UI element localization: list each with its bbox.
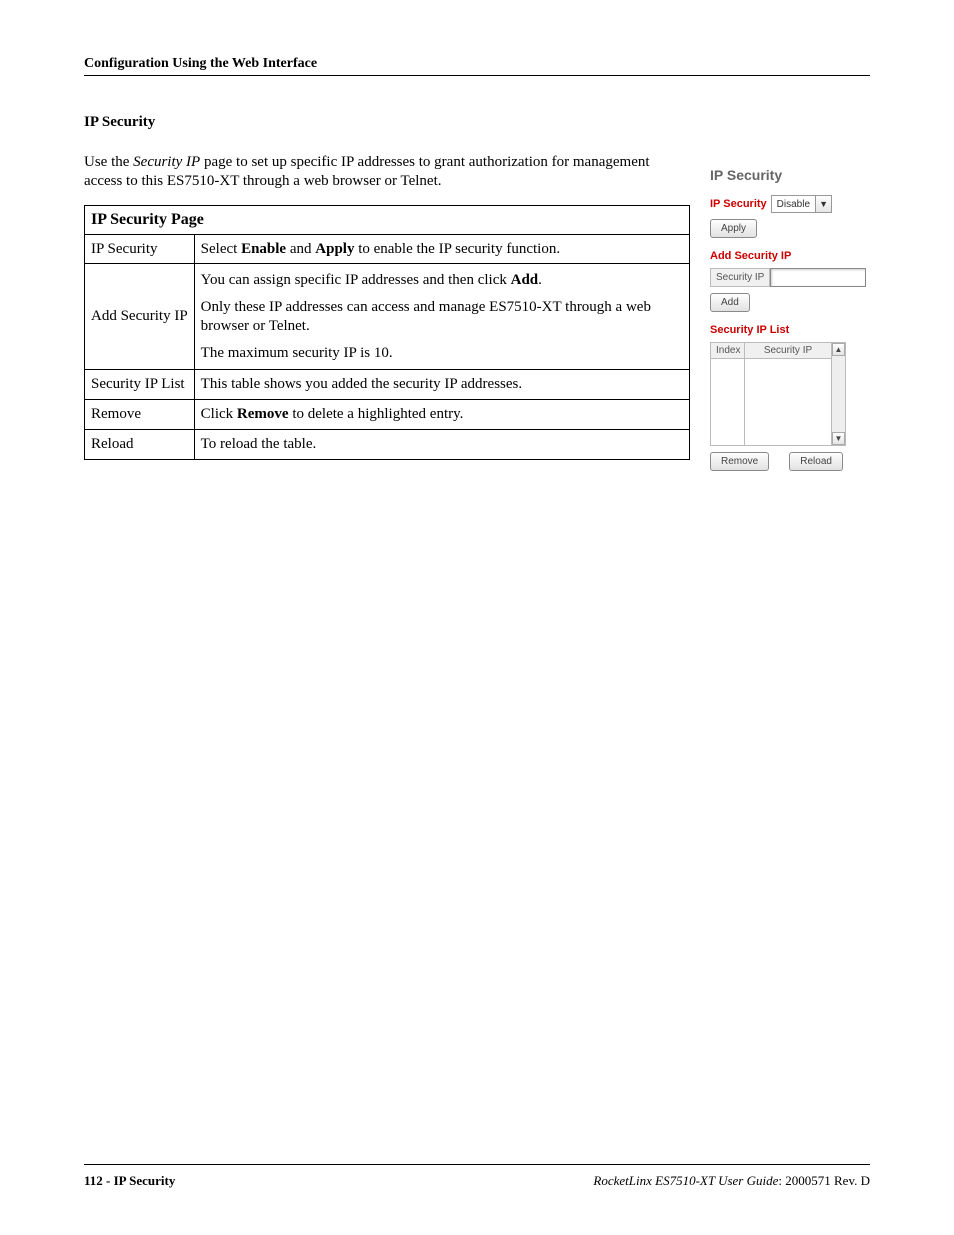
footer-guide: RocketLinx ES7510-XT User Guide xyxy=(593,1173,778,1188)
section-heading: IP Security xyxy=(84,114,870,131)
list-body-index[interactable] xyxy=(711,359,744,445)
scroll-track[interactable] xyxy=(832,356,845,432)
security-ip-list-table: Index Security IP ▲ ▼ xyxy=(710,342,846,446)
security-ip-list-heading: Security IP List xyxy=(710,324,870,336)
table-row: Reload To reload the table. xyxy=(85,429,690,459)
apply-button[interactable]: Apply xyxy=(710,219,757,238)
list-body-ip[interactable] xyxy=(745,359,831,445)
ip-security-label: IP Security xyxy=(710,198,767,210)
scrollbar: ▲ ▼ xyxy=(831,343,845,445)
scroll-up-icon[interactable]: ▲ xyxy=(832,343,845,356)
row-label: Reload xyxy=(85,429,195,459)
table-row: Add Security IP You can assign specific … xyxy=(85,264,690,370)
footer-rev: : 2000571 Rev. D xyxy=(778,1173,870,1188)
row-desc: This table shows you added the security … xyxy=(194,370,689,400)
header-text: Configuration Using the Web Interface xyxy=(84,56,317,71)
table-row: Remove Click Remove to delete a highligh… xyxy=(85,400,690,430)
add-security-ip-heading: Add Security IP xyxy=(710,250,870,262)
page-header: Configuration Using the Web Interface xyxy=(84,55,870,76)
row-desc: To reload the table. xyxy=(194,429,689,459)
ip-security-section: IP Security Disable ▼ Apply xyxy=(710,195,870,238)
footer-right: RocketLinx ES7510-XT User Guide: 2000571… xyxy=(593,1173,870,1189)
scroll-down-icon[interactable]: ▼ xyxy=(832,432,845,445)
definition-table: IP Security Page IP Security Select Enab… xyxy=(84,205,690,460)
security-ip-field-label: Security IP xyxy=(710,268,770,287)
footer-left: 112 - IP Security xyxy=(84,1173,175,1189)
table-title: IP Security Page xyxy=(85,205,690,234)
left-column: Use the Security IP page to set up speci… xyxy=(84,153,690,483)
row-desc: Click Remove to delete a highlighted ent… xyxy=(194,400,689,430)
col-security-ip: Security IP xyxy=(745,343,831,359)
add-button[interactable]: Add xyxy=(710,293,750,312)
row-label: Remove xyxy=(85,400,195,430)
page-footer: 112 - IP Security RocketLinx ES7510-XT U… xyxy=(84,1164,870,1189)
row-label: IP Security xyxy=(85,234,195,264)
row-label: Add Security IP xyxy=(85,264,195,370)
content-row: Use the Security IP page to set up speci… xyxy=(84,153,870,483)
chevron-down-icon: ▼ xyxy=(815,196,831,212)
row-label: Security IP List xyxy=(85,370,195,400)
intro-paragraph: Use the Security IP page to set up speci… xyxy=(84,153,690,191)
reload-button[interactable]: Reload xyxy=(789,452,843,471)
ui-panel: IP Security IP Security Disable ▼ Apply … xyxy=(710,153,870,483)
security-ip-list-section: Security IP List Index Security IP ▲ ▼ R… xyxy=(710,324,870,471)
intro-pre: Use the xyxy=(84,154,133,170)
security-ip-input[interactable] xyxy=(770,268,866,287)
ip-security-select[interactable]: Disable ▼ xyxy=(771,195,832,213)
add-security-ip-section: Add Security IP Security IP Add xyxy=(710,250,870,312)
table-row: IP Security Select Enable and Apply to e… xyxy=(85,234,690,264)
intro-italic: Security IP xyxy=(133,154,200,170)
col-index: Index xyxy=(711,343,744,359)
table-row: Security IP List This table shows you ad… xyxy=(85,370,690,400)
remove-button[interactable]: Remove xyxy=(710,452,769,471)
row-desc: You can assign specific IP addresses and… xyxy=(194,264,689,370)
select-value: Disable xyxy=(772,196,815,212)
row-desc: Select Enable and Apply to enable the IP… xyxy=(194,234,689,264)
panel-title: IP Security xyxy=(710,167,870,183)
